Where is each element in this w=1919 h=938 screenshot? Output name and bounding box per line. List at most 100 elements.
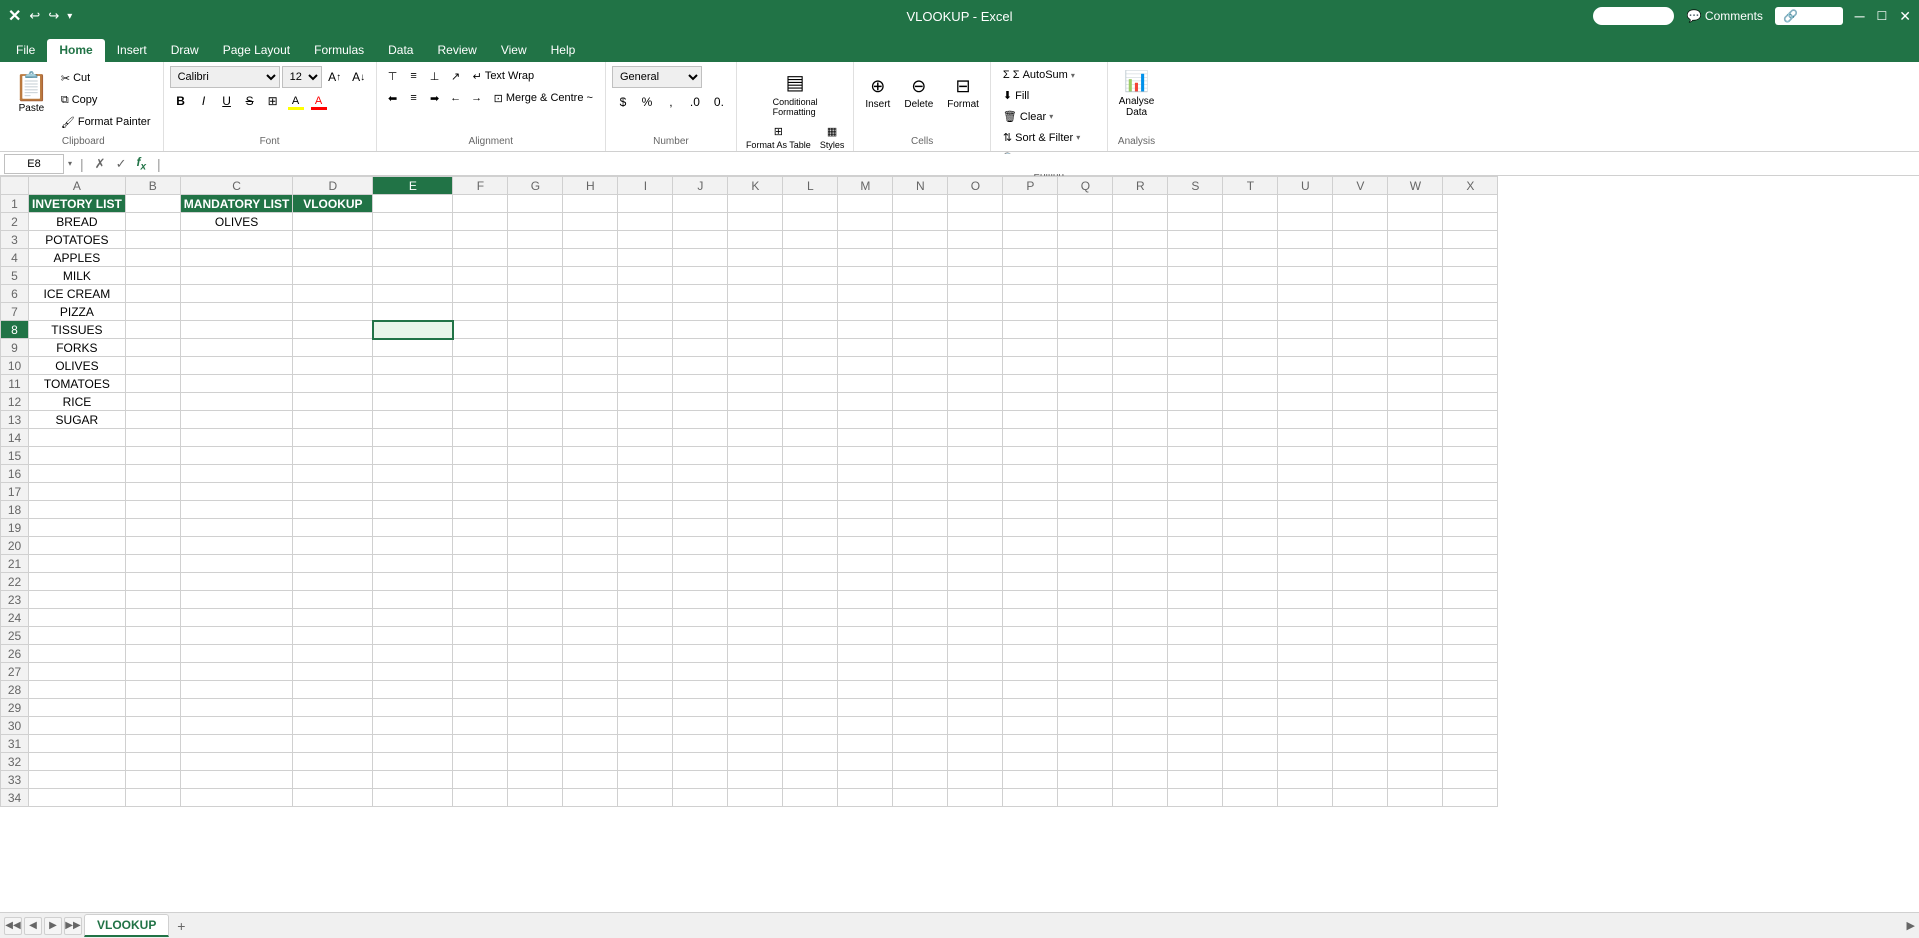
cell-c12[interactable]: [180, 393, 293, 411]
analyse-data-button[interactable]: 📊 Analyse Data: [1114, 66, 1160, 120]
cell-t20[interactable]: [1223, 537, 1278, 555]
function-btn[interactable]: fx: [133, 155, 149, 172]
cell-j26[interactable]: [673, 645, 728, 663]
cell-r11[interactable]: [1113, 375, 1168, 393]
editing-dropdown[interactable]: ▾: [1658, 9, 1664, 23]
cell-s7[interactable]: [1168, 303, 1223, 321]
cell-b13[interactable]: [125, 411, 180, 429]
cell-a28[interactable]: [29, 681, 126, 699]
tab-formulas[interactable]: Formulas: [302, 39, 376, 62]
cell-t30[interactable]: [1223, 717, 1278, 735]
cell-x25[interactable]: [1443, 627, 1498, 645]
underline-button[interactable]: U: [216, 90, 238, 112]
cell-p22[interactable]: [1003, 573, 1058, 591]
cell-u1[interactable]: [1278, 195, 1333, 213]
cell-t19[interactable]: [1223, 519, 1278, 537]
cell-e10[interactable]: [373, 357, 453, 375]
cell-p8[interactable]: [1003, 321, 1058, 339]
cell-d30[interactable]: [293, 717, 373, 735]
cell-q18[interactable]: [1058, 501, 1113, 519]
cell-f4[interactable]: [453, 249, 508, 267]
cell-w19[interactable]: [1388, 519, 1443, 537]
cell-f30[interactable]: [453, 717, 508, 735]
cell-d11[interactable]: [293, 375, 373, 393]
cell-t12[interactable]: [1223, 393, 1278, 411]
cell-w2[interactable]: [1388, 213, 1443, 231]
cell-n28[interactable]: [893, 681, 948, 699]
cell-v9[interactable]: [1333, 339, 1388, 357]
cell-u22[interactable]: [1278, 573, 1333, 591]
sheet-nav-prev[interactable]: ◀: [24, 917, 42, 935]
cell-d18[interactable]: [293, 501, 373, 519]
cell-p29[interactable]: [1003, 699, 1058, 717]
cell-g22[interactable]: [508, 573, 563, 591]
cell-i2[interactable]: [618, 213, 673, 231]
cell-u10[interactable]: [1278, 357, 1333, 375]
cell-c9[interactable]: [180, 339, 293, 357]
cell-x32[interactable]: [1443, 753, 1498, 771]
cell-a5[interactable]: MILK: [29, 267, 126, 285]
cell-a30[interactable]: [29, 717, 126, 735]
cell-g18[interactable]: [508, 501, 563, 519]
cell-a24[interactable]: [29, 609, 126, 627]
cell-r23[interactable]: [1113, 591, 1168, 609]
cell-e17[interactable]: [373, 483, 453, 501]
cell-b10[interactable]: [125, 357, 180, 375]
cell-t4[interactable]: [1223, 249, 1278, 267]
cell-p34[interactable]: [1003, 789, 1058, 807]
cell-p3[interactable]: [1003, 231, 1058, 249]
cell-g13[interactable]: [508, 411, 563, 429]
cell-t33[interactable]: [1223, 771, 1278, 789]
cell-r14[interactable]: [1113, 429, 1168, 447]
cell-m33[interactable]: [838, 771, 893, 789]
cell-g11[interactable]: [508, 375, 563, 393]
undo-btn[interactable]: ↩: [29, 8, 40, 24]
cell-v29[interactable]: [1333, 699, 1388, 717]
cell-x9[interactable]: [1443, 339, 1498, 357]
cell-o6[interactable]: [948, 285, 1003, 303]
cell-q33[interactable]: [1058, 771, 1113, 789]
cell-t17[interactable]: [1223, 483, 1278, 501]
align-center-button[interactable]: ≡: [404, 88, 424, 108]
cell-e30[interactable]: [373, 717, 453, 735]
cell-t22[interactable]: [1223, 573, 1278, 591]
cell-m6[interactable]: [838, 285, 893, 303]
cell-v32[interactable]: [1333, 753, 1388, 771]
cell-m21[interactable]: [838, 555, 893, 573]
cell-v3[interactable]: [1333, 231, 1388, 249]
cell-p21[interactable]: [1003, 555, 1058, 573]
cell-r19[interactable]: [1113, 519, 1168, 537]
cell-m22[interactable]: [838, 573, 893, 591]
cell-d15[interactable]: [293, 447, 373, 465]
cell-f16[interactable]: [453, 465, 508, 483]
cell-n25[interactable]: [893, 627, 948, 645]
col-header-l[interactable]: L: [783, 177, 838, 195]
cell-d6[interactable]: [293, 285, 373, 303]
cell-i10[interactable]: [618, 357, 673, 375]
cell-h32[interactable]: [563, 753, 618, 771]
cell-r20[interactable]: [1113, 537, 1168, 555]
cell-q32[interactable]: [1058, 753, 1113, 771]
cell-x10[interactable]: [1443, 357, 1498, 375]
cell-m15[interactable]: [838, 447, 893, 465]
cell-t21[interactable]: [1223, 555, 1278, 573]
cell-v17[interactable]: [1333, 483, 1388, 501]
cell-q28[interactable]: [1058, 681, 1113, 699]
cell-b5[interactable]: [125, 267, 180, 285]
cell-o11[interactable]: [948, 375, 1003, 393]
cell-k14[interactable]: [728, 429, 783, 447]
cell-h11[interactable]: [563, 375, 618, 393]
cell-c6[interactable]: [180, 285, 293, 303]
cell-a3[interactable]: POTATOES: [29, 231, 126, 249]
cell-h5[interactable]: [563, 267, 618, 285]
cell-m9[interactable]: [838, 339, 893, 357]
cell-n16[interactable]: [893, 465, 948, 483]
cell-e26[interactable]: [373, 645, 453, 663]
cell-h10[interactable]: [563, 357, 618, 375]
cell-b19[interactable]: [125, 519, 180, 537]
cell-v18[interactable]: [1333, 501, 1388, 519]
cell-g32[interactable]: [508, 753, 563, 771]
cell-f19[interactable]: [453, 519, 508, 537]
cell-u29[interactable]: [1278, 699, 1333, 717]
cell-p15[interactable]: [1003, 447, 1058, 465]
